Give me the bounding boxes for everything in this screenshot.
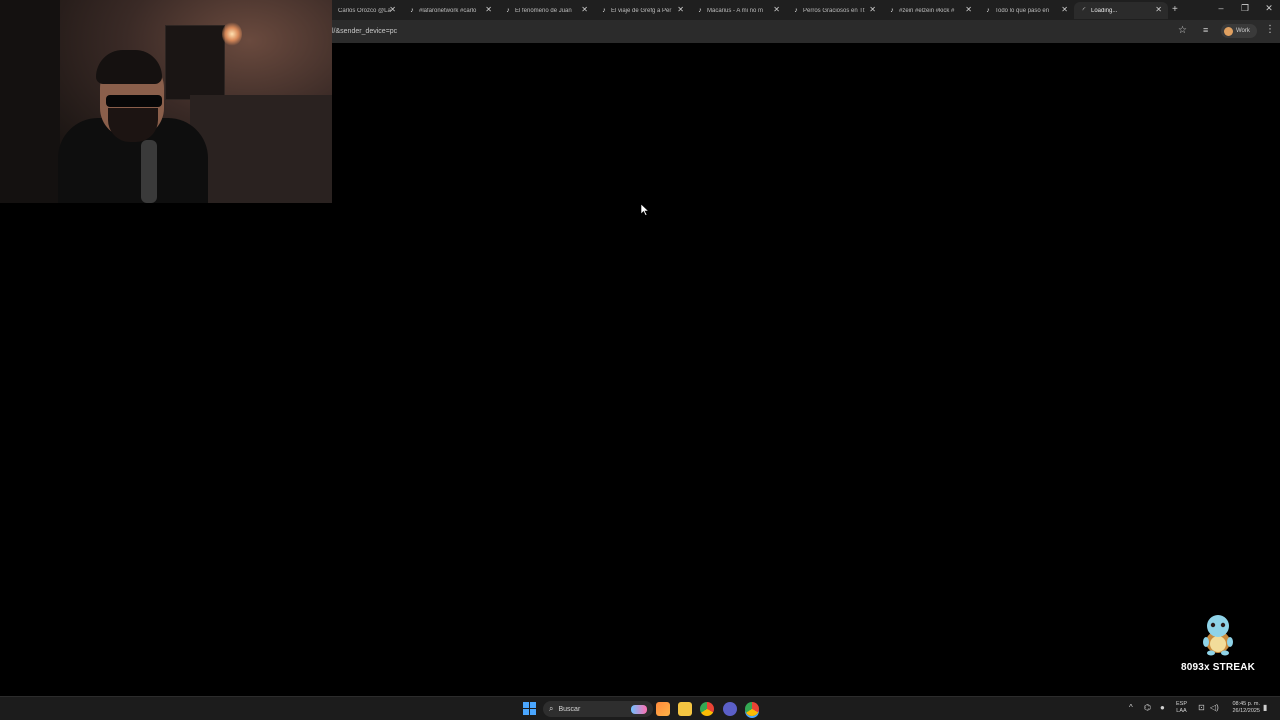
search-placeholder: Buscar [558,705,581,713]
tab-close-icon[interactable]: ✕ [485,5,492,14]
time: 08:45 p. m. [1232,701,1260,707]
tab-zein[interactable]: ♪ #zein #elzein #kick # ✕ [882,2,978,19]
tab-close-icon[interactable]: ✕ [677,5,684,14]
squirtle-icon [1198,612,1238,656]
file-explorer-icon[interactable] [678,702,692,716]
tiktok-icon: ♪ [698,6,702,14]
new-tab-button[interactable]: + [1172,4,1178,15]
more-menu-icon[interactable]: ⋮ [1265,24,1275,35]
tab-close-icon[interactable]: ✕ [1155,5,1162,14]
tab-carlos-orozco[interactable]: Carlos Orozco @La ✕ [332,2,402,19]
search-highlight-icon [631,704,647,714]
chrome-active-icon[interactable] [745,702,759,716]
lamp [222,22,242,46]
app-icon[interactable] [656,702,670,716]
chrome-icon[interactable] [700,702,714,716]
streak-overlay: 8093x STREAK [1178,612,1258,673]
tiktok-icon: ♪ [986,6,990,14]
network-icon[interactable]: ⌬ [1144,703,1151,712]
tab-perros-graciosos[interactable]: ♪ Perros Graciosos en Tt ✕ [786,2,882,19]
tab-macarius[interactable]: ♪ Macarius - A mi no m ✕ [690,2,786,19]
tab-close-icon[interactable]: ✕ [389,5,396,14]
avatar [1224,26,1233,36]
tab-title: Loading... [1091,7,1118,14]
wifi-icon[interactable]: ⊡ [1198,703,1205,712]
tab-close-icon[interactable]: ✕ [773,5,780,14]
profile-label: Work [1236,28,1250,34]
bookmark-star-icon[interactable]: ☆ [1178,25,1187,36]
tab-title: El viaje de Grefg a Per [611,7,672,14]
clock[interactable]: 08:45 p. m. 26/12/2025 [1224,701,1260,715]
address-bar[interactable]: l/&sender_device=pc [332,24,1192,39]
loading-spinner-icon: ◜ [1082,6,1086,14]
profile-button[interactable]: Work [1221,24,1257,38]
taskbar-search[interactable]: ⌕ Buscar [543,701,653,717]
show-hidden-icons-icon[interactable]: ^ [1129,703,1133,712]
close-window-button[interactable]: ✕ [1262,3,1276,14]
tab-fenomeno-juan[interactable]: ♪ El fenómeno de Juan ✕ [498,2,594,19]
search-icon: ⌕ [549,704,554,713]
microphone-icon[interactable]: ● [1160,703,1165,712]
tiktok-icon: ♪ [506,6,510,14]
taskbar: ⌕ Buscar ^ ⌬ ● ESP LAA ⊡ ◁) 08:45 p. m. … [0,696,1280,720]
tab-close-icon[interactable]: ✕ [869,5,876,14]
restore-button[interactable]: ❐ [1238,3,1252,14]
streak-counter: 8093x STREAK [1180,662,1256,673]
start-button[interactable] [523,702,536,715]
volume-icon[interactable]: ◁) [1210,703,1219,712]
webcam-overlay [0,0,332,203]
mouse-cursor-icon [640,203,650,221]
tiktok-icon: ♪ [890,6,894,14]
notification-icon[interactable]: ▮ [1263,703,1267,712]
tab-close-icon[interactable]: ✕ [965,5,972,14]
tab-close-icon[interactable]: ✕ [581,5,588,14]
tab-title: #zein #elzein #kick # [899,7,955,14]
tab-loading[interactable]: ◜ Loading... ✕ [1074,2,1168,19]
tab-title: #lafaronetwork #carlo [419,7,477,14]
tab-title: Perros Graciosos en Tt [803,7,865,14]
language-indicator[interactable]: ESP LAA [1176,701,1187,715]
tab-viaje-grefg[interactable]: ♪ El viaje de Grefg a Per ✕ [594,2,690,19]
tiktok-icon: ♪ [602,6,606,14]
microphone [141,140,157,203]
tab-title: Macarius - A mi no m [707,7,764,14]
sunglasses [106,95,162,107]
tiktok-icon: ♪ [794,6,798,14]
teams-icon[interactable] [723,702,737,716]
tab-todo-lo-que-paso[interactable]: ♪ Todo lo que pasó en ✕ [978,2,1074,19]
tiktok-icon: ♪ [410,6,414,14]
date: 26/12/2025 [1232,708,1260,714]
minimize-button[interactable]: – [1214,3,1228,13]
tab-close-icon[interactable]: ✕ [1061,5,1068,14]
media-controls-icon[interactable]: ≡ [1203,25,1208,35]
tab-title: El fenómeno de Juan [515,7,572,14]
tab-lafaronetwork[interactable]: ♪ #lafaronetwork #carlo ✕ [402,2,498,19]
tab-title: Todo lo que pasó en [995,7,1050,14]
